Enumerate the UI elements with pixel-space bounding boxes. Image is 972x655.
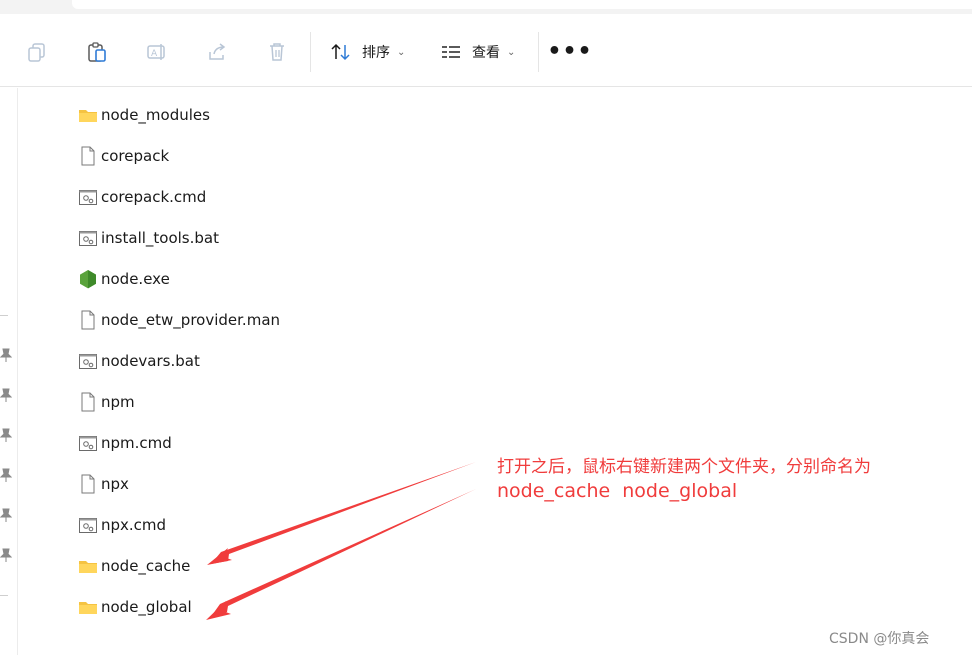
pin-icon[interactable]: [0, 468, 12, 482]
chevron-down-icon: ⌄: [397, 46, 406, 58]
share-icon: [209, 43, 226, 60]
paste-button[interactable]: [84, 36, 110, 68]
rename-button[interactable]: A: [144, 36, 170, 68]
arrowhead-icon: [207, 548, 232, 565]
folder-icon: [78, 556, 98, 576]
sort-button[interactable]: 排序 ⌄: [330, 36, 405, 68]
delete-button[interactable]: [264, 36, 290, 68]
folder-icon: [78, 105, 98, 125]
paste-icon: [88, 42, 106, 62]
command-bar: A 排序 ⌄ 查看 ⌄ •••: [0, 14, 972, 87]
toolbar-divider: [538, 32, 539, 72]
more-options-button[interactable]: •••: [547, 36, 591, 68]
file-name: node_cache: [101, 557, 191, 575]
file-name: node_etw_provider.man: [101, 311, 281, 329]
file-row-npx-cmd[interactable]: npx.cmd: [78, 505, 166, 545]
arrow-to-node-global: [210, 489, 476, 618]
file-name: npx: [101, 475, 129, 493]
file-name: nodevars.bat: [101, 352, 200, 370]
copy-button[interactable]: [24, 36, 50, 68]
file-row-nodevars-bat[interactable]: nodevars.bat: [78, 341, 200, 381]
file-name: node_global: [101, 598, 192, 616]
pin-icon[interactable]: [0, 388, 12, 402]
trash-icon: [270, 43, 284, 61]
sort-icon: [331, 43, 350, 61]
file-name: node_modules: [101, 106, 210, 124]
file-icon: [78, 474, 98, 494]
script-file-icon: [78, 515, 98, 535]
file-name: npm.cmd: [101, 434, 172, 452]
file-name: corepack.cmd: [101, 188, 207, 206]
file-icon: [78, 146, 98, 166]
file-name: npm: [101, 393, 135, 411]
pin-icon[interactable]: [0, 548, 12, 562]
file-name: npx.cmd: [101, 516, 167, 534]
sort-label: 排序: [362, 45, 390, 61]
pin-icon[interactable]: [0, 428, 12, 442]
nav-pane-divider: [17, 88, 18, 655]
file-name: node.exe: [101, 270, 170, 288]
rename-icon: A: [147, 44, 165, 60]
file-row-npm[interactable]: npm: [78, 382, 135, 422]
pin-icon[interactable]: [0, 348, 12, 362]
file-row-node-exe[interactable]: node.exe: [78, 259, 170, 299]
toolbar-divider: [310, 32, 311, 72]
file-row-npm-cmd[interactable]: npm.cmd: [78, 423, 172, 463]
arrow-to-node-cache: [211, 462, 476, 564]
file-name: corepack: [101, 147, 170, 165]
share-button[interactable]: [204, 36, 230, 68]
annotation-folder-names: node_cache node_global: [497, 480, 738, 502]
view-list-icon: [442, 46, 460, 58]
file-row-node-etw-provider-man[interactable]: node_etw_provider.man: [78, 300, 280, 340]
arrowhead-icon: [206, 601, 231, 620]
file-row-node-modules[interactable]: node_modules: [78, 95, 210, 135]
script-file-icon: [78, 433, 98, 453]
chevron-down-icon: ⌄: [507, 46, 516, 58]
watermark: CSDN @你真会: [829, 631, 930, 647]
file-row-install-tools-bat[interactable]: install_tools.bat: [78, 218, 219, 258]
file-row-node-global[interactable]: node_global: [78, 587, 192, 627]
script-file-icon: [78, 228, 98, 248]
script-file-icon: [78, 187, 98, 207]
file-icon: [78, 392, 98, 412]
file-row-npx[interactable]: npx: [78, 464, 129, 504]
address-bar-area: [0, 0, 972, 14]
pin-icon[interactable]: [0, 508, 12, 522]
more-icon: •••: [547, 39, 593, 64]
file-row-corepack-cmd[interactable]: corepack.cmd: [78, 177, 206, 217]
annotation-text: 打开之后，鼠标右键新建两个文件夹，分别命名为: [497, 457, 871, 477]
address-bar[interactable]: [72, 0, 972, 9]
view-label: 查看: [472, 45, 500, 61]
view-button[interactable]: 查看 ⌄: [440, 36, 515, 68]
file-row-node-cache[interactable]: node_cache: [78, 546, 190, 586]
nodejs-icon: [78, 269, 98, 289]
file-name: install_tools.bat: [101, 229, 219, 247]
nav-separator: [0, 315, 8, 316]
copy-icon: [28, 43, 45, 62]
script-file-icon: [78, 351, 98, 371]
file-row-corepack[interactable]: corepack: [78, 136, 169, 176]
file-icon: [78, 310, 98, 330]
nav-separator: [0, 595, 8, 596]
svg-text:A: A: [151, 49, 158, 59]
folder-icon: [78, 597, 98, 617]
